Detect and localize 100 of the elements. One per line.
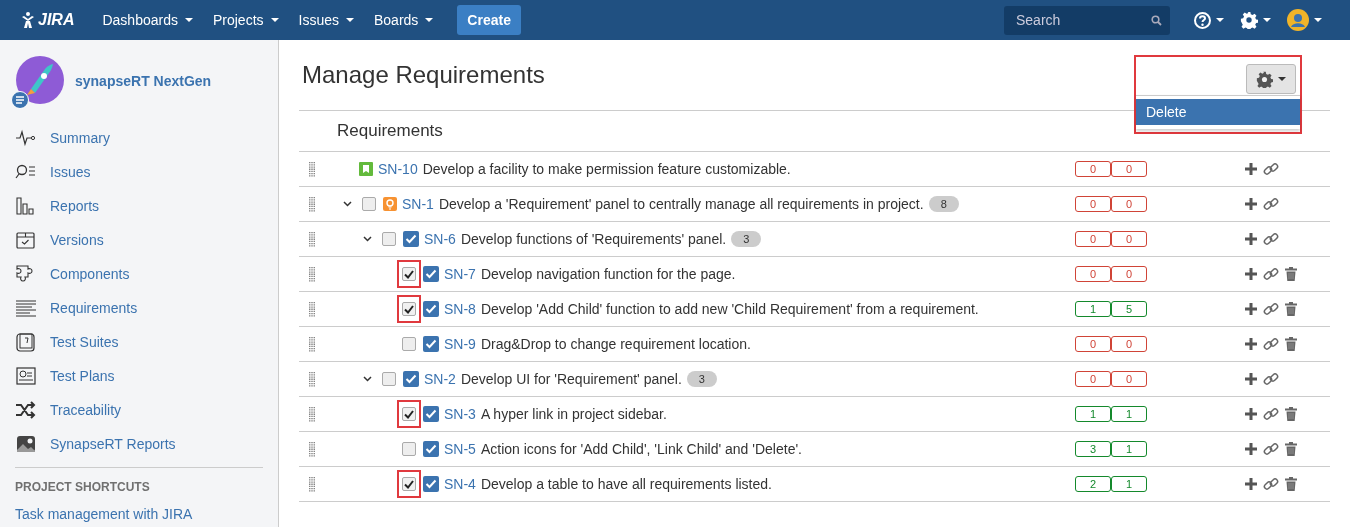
nav-menu[interactable]: Projects	[202, 12, 289, 28]
drag-handle-icon[interactable]	[309, 476, 315, 492]
coverage-count: 1	[1075, 406, 1111, 422]
add-icon[interactable]	[1245, 303, 1257, 315]
link-icon[interactable]	[1263, 406, 1279, 422]
issue-key-link[interactable]: SN-5	[444, 441, 476, 457]
checkmark-icon	[423, 336, 439, 352]
link-icon[interactable]	[1263, 441, 1279, 457]
delete-icon[interactable]	[1285, 477, 1297, 491]
checkbox[interactable]	[382, 232, 396, 246]
drag-handle-icon[interactable]	[309, 301, 315, 317]
drag-handle-icon[interactable]	[309, 196, 315, 212]
coverage-count: 0	[1111, 161, 1147, 177]
nav-menu[interactable]: Issues	[288, 12, 364, 28]
search-icon	[1151, 14, 1162, 26]
search-field[interactable]: Search	[1004, 5, 1170, 35]
coverage-count: 0	[1111, 266, 1147, 282]
checkbox[interactable]	[402, 442, 416, 456]
checkbox[interactable]	[402, 302, 416, 316]
coverage-count: 0	[1075, 336, 1111, 352]
checkbox[interactable]	[402, 477, 416, 491]
link-icon[interactable]	[1263, 196, 1279, 212]
link-icon[interactable]	[1263, 476, 1279, 492]
sidebar-item[interactable]: Requirements	[15, 291, 263, 325]
delete-icon[interactable]	[1285, 407, 1297, 421]
search-input[interactable]: Search	[1014, 11, 1151, 29]
issue-key-link[interactable]: SN-8	[444, 301, 476, 317]
sidebar-item[interactable]: Summary	[15, 121, 263, 155]
link-icon[interactable]	[1263, 161, 1279, 177]
sidebar-item[interactable]: Test Suites	[15, 325, 263, 359]
drag-handle-icon[interactable]	[309, 266, 315, 282]
checkbox[interactable]	[402, 407, 416, 421]
issue-key-link[interactable]: SN-3	[444, 406, 476, 422]
menu-item[interactable]: Delete	[1136, 99, 1300, 125]
chevron-icon[interactable]	[342, 201, 352, 207]
create-button[interactable]: Create	[457, 5, 521, 35]
drag-handle-icon[interactable]	[309, 406, 315, 422]
link-icon[interactable]	[1263, 231, 1279, 247]
sidebar-item[interactable]: Issues	[15, 155, 263, 189]
checkmark-icon	[423, 441, 439, 457]
drag-handle-icon[interactable]	[309, 161, 315, 177]
chevron-icon[interactable]	[362, 236, 372, 242]
issue-key-link[interactable]: SN-2	[424, 371, 456, 387]
issue-summary: Develop a 'Requirement' panel to centrally manage all requirements in project.	[438, 196, 924, 212]
jira-logo[interactable]: JIRA	[20, 11, 75, 29]
link-icon[interactable]	[1263, 371, 1279, 387]
add-icon[interactable]	[1245, 233, 1257, 245]
add-icon[interactable]	[1245, 443, 1257, 455]
sidebar-item[interactable]: Test Plans	[15, 359, 263, 393]
sidebar-item[interactable]: SynapseRT Reports	[15, 427, 263, 461]
checkmark-icon	[423, 266, 439, 282]
delete-icon[interactable]	[1285, 442, 1297, 456]
issue-summary: Develop functions of 'Requirements' panel.	[460, 231, 727, 247]
avatar-icon	[1287, 9, 1309, 31]
add-icon[interactable]	[1245, 268, 1257, 280]
coverage-count: 0	[1075, 266, 1111, 282]
sidebar-item[interactable]: Components	[15, 257, 263, 291]
shuffle-icon	[15, 400, 37, 420]
coverage-count: 2	[1075, 476, 1111, 492]
settings-dropdown-button[interactable]	[1246, 64, 1296, 94]
drag-handle-icon[interactable]	[309, 231, 315, 247]
link-icon[interactable]	[1263, 336, 1279, 352]
checkbox[interactable]	[402, 337, 416, 351]
link-icon[interactable]	[1263, 301, 1279, 317]
issue-key-link[interactable]: SN-4	[444, 476, 476, 492]
coverage-count: 0	[1111, 231, 1147, 247]
delete-icon[interactable]	[1285, 337, 1297, 351]
add-icon[interactable]	[1245, 338, 1257, 350]
issue-key-link[interactable]: SN-7	[444, 266, 476, 282]
issue-key-link[interactable]: SN-1	[402, 196, 434, 212]
project-name[interactable]: synapseRT NextGen	[75, 73, 212, 89]
coverage-count: 5	[1111, 301, 1147, 317]
add-icon[interactable]	[1245, 408, 1257, 420]
delete-icon[interactable]	[1285, 302, 1297, 316]
issue-summary: Develop navigation function for the page.	[480, 266, 736, 282]
issue-summary: A hyper link in project sidebar.	[480, 406, 667, 422]
checkbox[interactable]	[362, 197, 376, 211]
issue-key-link[interactable]: SN-9	[444, 336, 476, 352]
sidebar-item[interactable]: Versions	[15, 223, 263, 257]
drag-handle-icon[interactable]	[309, 441, 315, 457]
add-icon[interactable]	[1245, 478, 1257, 490]
sidebar-item[interactable]: Reports	[15, 189, 263, 223]
add-icon[interactable]	[1245, 163, 1257, 175]
chevron-icon[interactable]	[362, 376, 372, 382]
shortcut-link[interactable]: Task management with JIRA	[15, 506, 263, 522]
coverage-count: 3	[1075, 441, 1111, 457]
drag-handle-icon[interactable]	[309, 371, 315, 387]
issue-key-link[interactable]: SN-6	[424, 231, 456, 247]
add-icon[interactable]	[1245, 373, 1257, 385]
drag-handle-icon[interactable]	[309, 336, 315, 352]
sidebar-item[interactable]: Traceability	[15, 393, 263, 427]
nav-menu[interactable]: Boards	[364, 12, 444, 28]
coverage-count: 1	[1111, 476, 1147, 492]
delete-icon[interactable]	[1285, 267, 1297, 281]
checkbox[interactable]	[382, 372, 396, 386]
nav-menu[interactable]: Dashboards	[92, 12, 203, 28]
link-icon[interactable]	[1263, 266, 1279, 282]
issue-key-link[interactable]: SN-10	[378, 161, 418, 177]
checkbox[interactable]	[402, 267, 416, 281]
add-icon[interactable]	[1245, 198, 1257, 210]
